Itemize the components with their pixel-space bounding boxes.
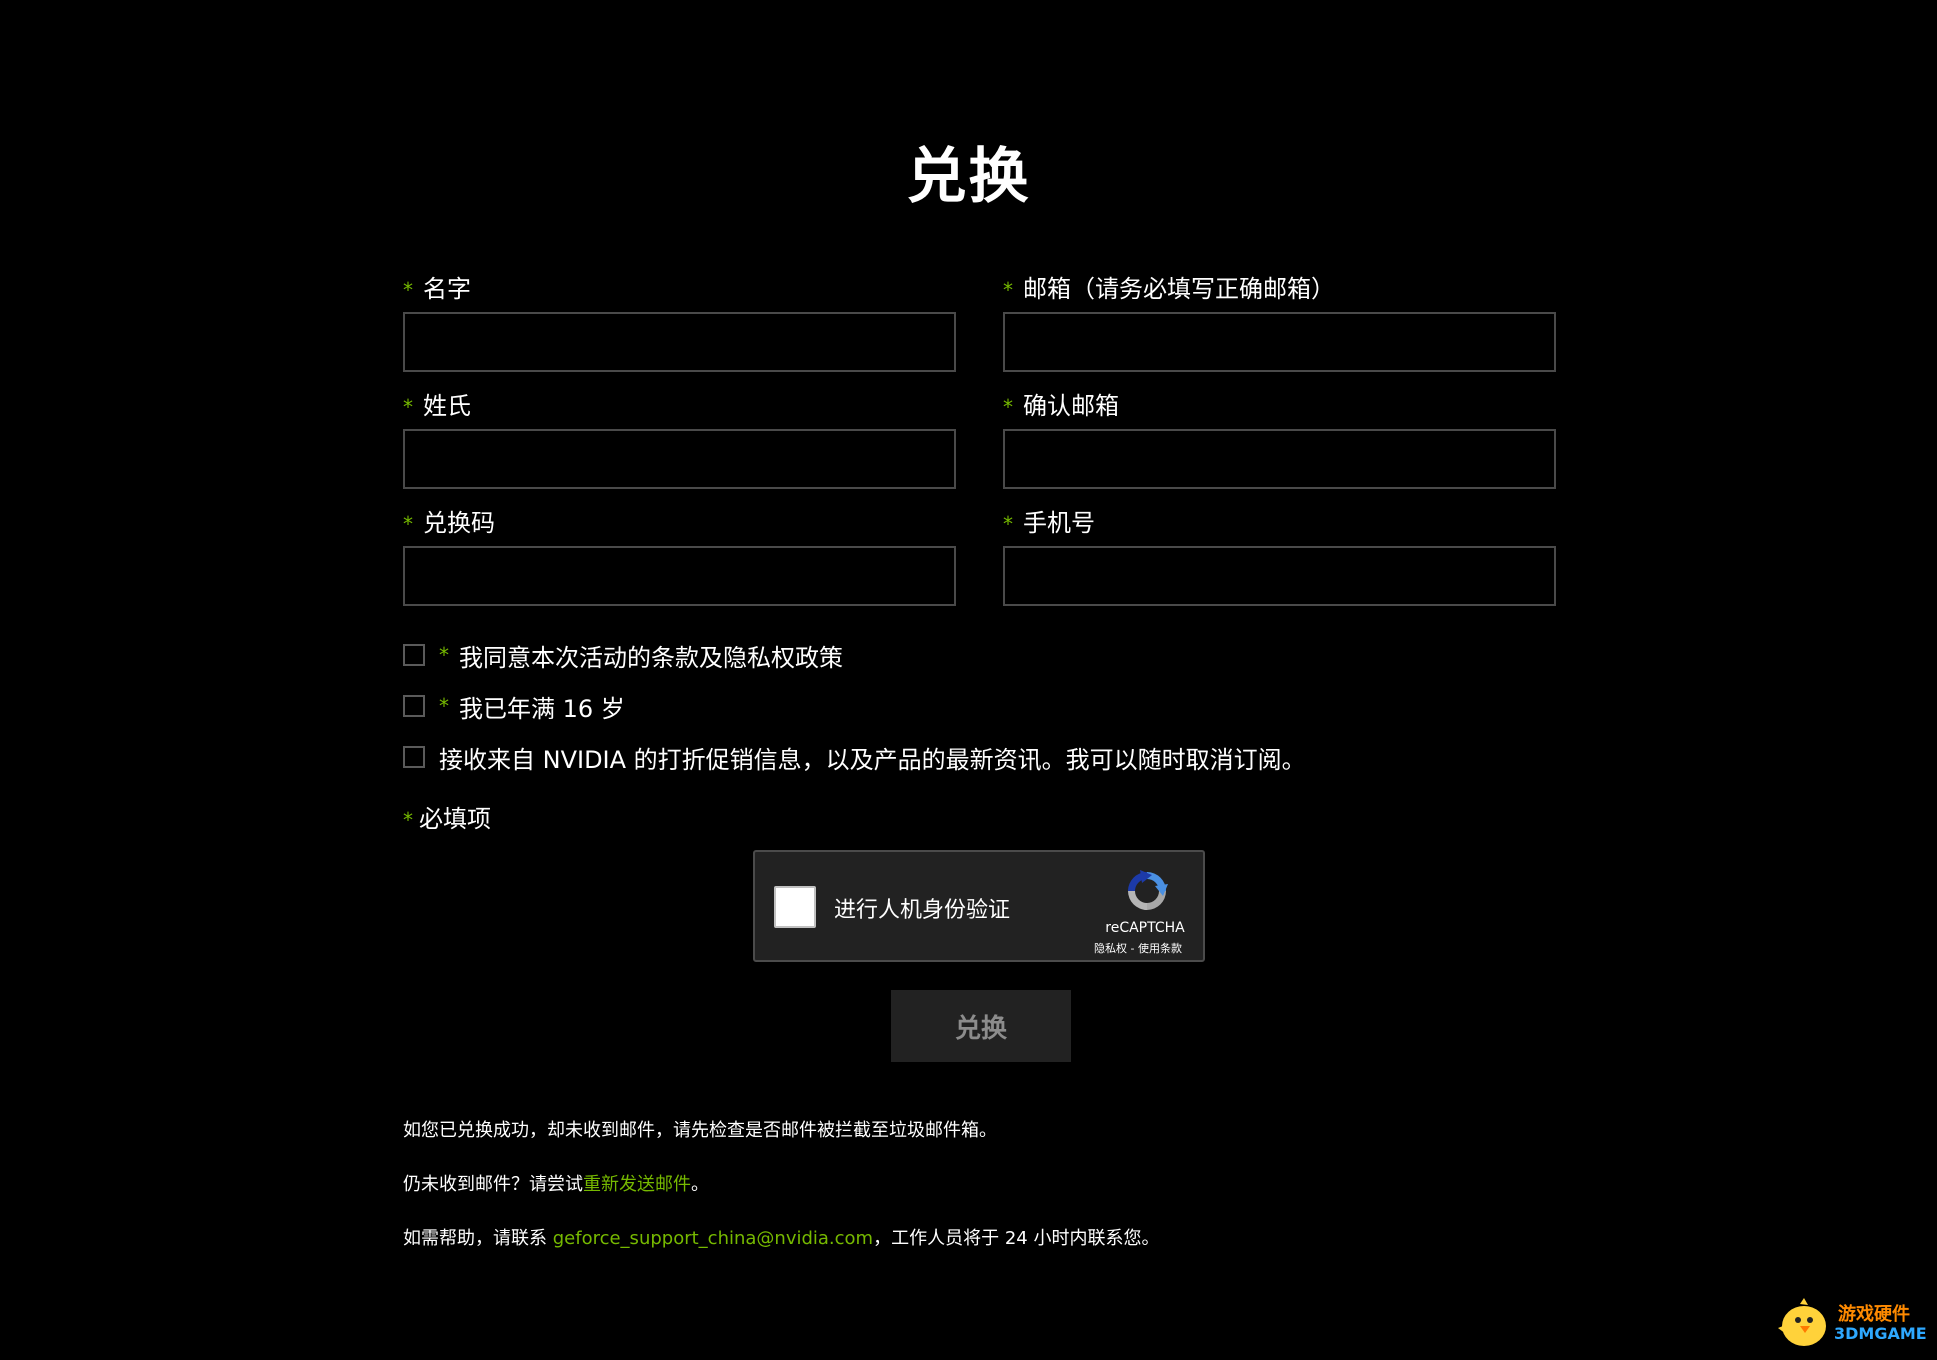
recaptcha-privacy-terms-link[interactable]: 隐私权 - 使用条款 [1073, 940, 1203, 956]
recaptcha-checkbox[interactable] [774, 886, 816, 928]
info-resend-line: 仍未收到邮件？请尝试重新发送邮件。 [403, 1174, 709, 1195]
resend-email-link[interactable]: 重新发送邮件 [583, 1174, 691, 1195]
terms-checkbox-row: * 我同意本次活动的条款及隐私权政策 [403, 638, 843, 672]
terms-label: 我同意本次活动的条款及隐私权政策 [459, 643, 843, 672]
first-name-label: * 名字 [403, 275, 471, 303]
required-star: * [1003, 512, 1013, 536]
required-star: * [439, 694, 449, 718]
recaptcha-logo-icon [1128, 870, 1168, 910]
page-title: 兑换 [906, 142, 1031, 212]
code-label: * 兑换码 [403, 509, 495, 537]
required-star: * [403, 395, 413, 419]
age-label: 我已年满 16 岁 [459, 694, 625, 723]
confirm-email-input[interactable] [1003, 429, 1556, 489]
required-star: * [439, 643, 449, 667]
recaptcha-widget: 进行人机身份验证 reCAPTCHA 隐私权 - 使用条款 [753, 850, 1205, 962]
required-star: * [1003, 278, 1013, 302]
recaptcha-label: 进行人机身份验证 [834, 898, 1011, 923]
watermark-text-cn: 游戏硬件 [1838, 1304, 1910, 1325]
info-help-line: 如需帮助，请联系 geforce_support_china@nvidia.co… [403, 1228, 1160, 1249]
redeem-code-input[interactable] [403, 546, 956, 606]
watermark-text-en: 3DMGAME [1834, 1324, 1927, 1343]
required-star: * [403, 808, 413, 832]
phone-input[interactable] [1003, 546, 1556, 606]
info-spam-note: 如您已兑换成功，却未收到邮件，请先检查是否邮件被拦截至垃圾邮件箱。 [403, 1120, 997, 1141]
confirm-email-label: * 确认邮箱 [1003, 392, 1119, 420]
required-star: * [403, 512, 413, 536]
terms-checkbox[interactable] [403, 644, 425, 666]
last-name-input[interactable] [403, 429, 956, 489]
marketing-checkbox[interactable] [403, 746, 425, 768]
chick-mascot-icon [1778, 1298, 1826, 1346]
marketing-checkbox-row: 接收来自 NVIDIA 的打折促销信息，以及产品的最新资讯。我可以随时取消订阅。 [403, 740, 1306, 774]
phone-label: * 手机号 [1003, 509, 1095, 537]
marketing-label: 接收来自 NVIDIA 的打折促销信息，以及产品的最新资讯。我可以随时取消订阅。 [439, 745, 1306, 774]
age-checkbox-row: * 我已年满 16 岁 [403, 689, 625, 723]
first-name-input[interactable] [403, 312, 956, 372]
age-checkbox[interactable] [403, 695, 425, 717]
email-input[interactable] [1003, 312, 1556, 372]
required-note: * 必填项 [403, 805, 491, 833]
redeem-submit-button[interactable]: 兑换 [891, 990, 1071, 1062]
email-label: * 邮箱（请务必填写正确邮箱） [1003, 275, 1335, 303]
support-email-link[interactable]: geforce_support_china@nvidia.com [553, 1228, 873, 1249]
last-name-label: * 姓氏 [403, 392, 471, 420]
watermark-logo: 游戏硬件 3DMGAME [1770, 1296, 1930, 1352]
recaptcha-brand: reCAPTCHA [1105, 920, 1185, 936]
required-star: * [1003, 395, 1013, 419]
required-star: * [403, 278, 413, 302]
